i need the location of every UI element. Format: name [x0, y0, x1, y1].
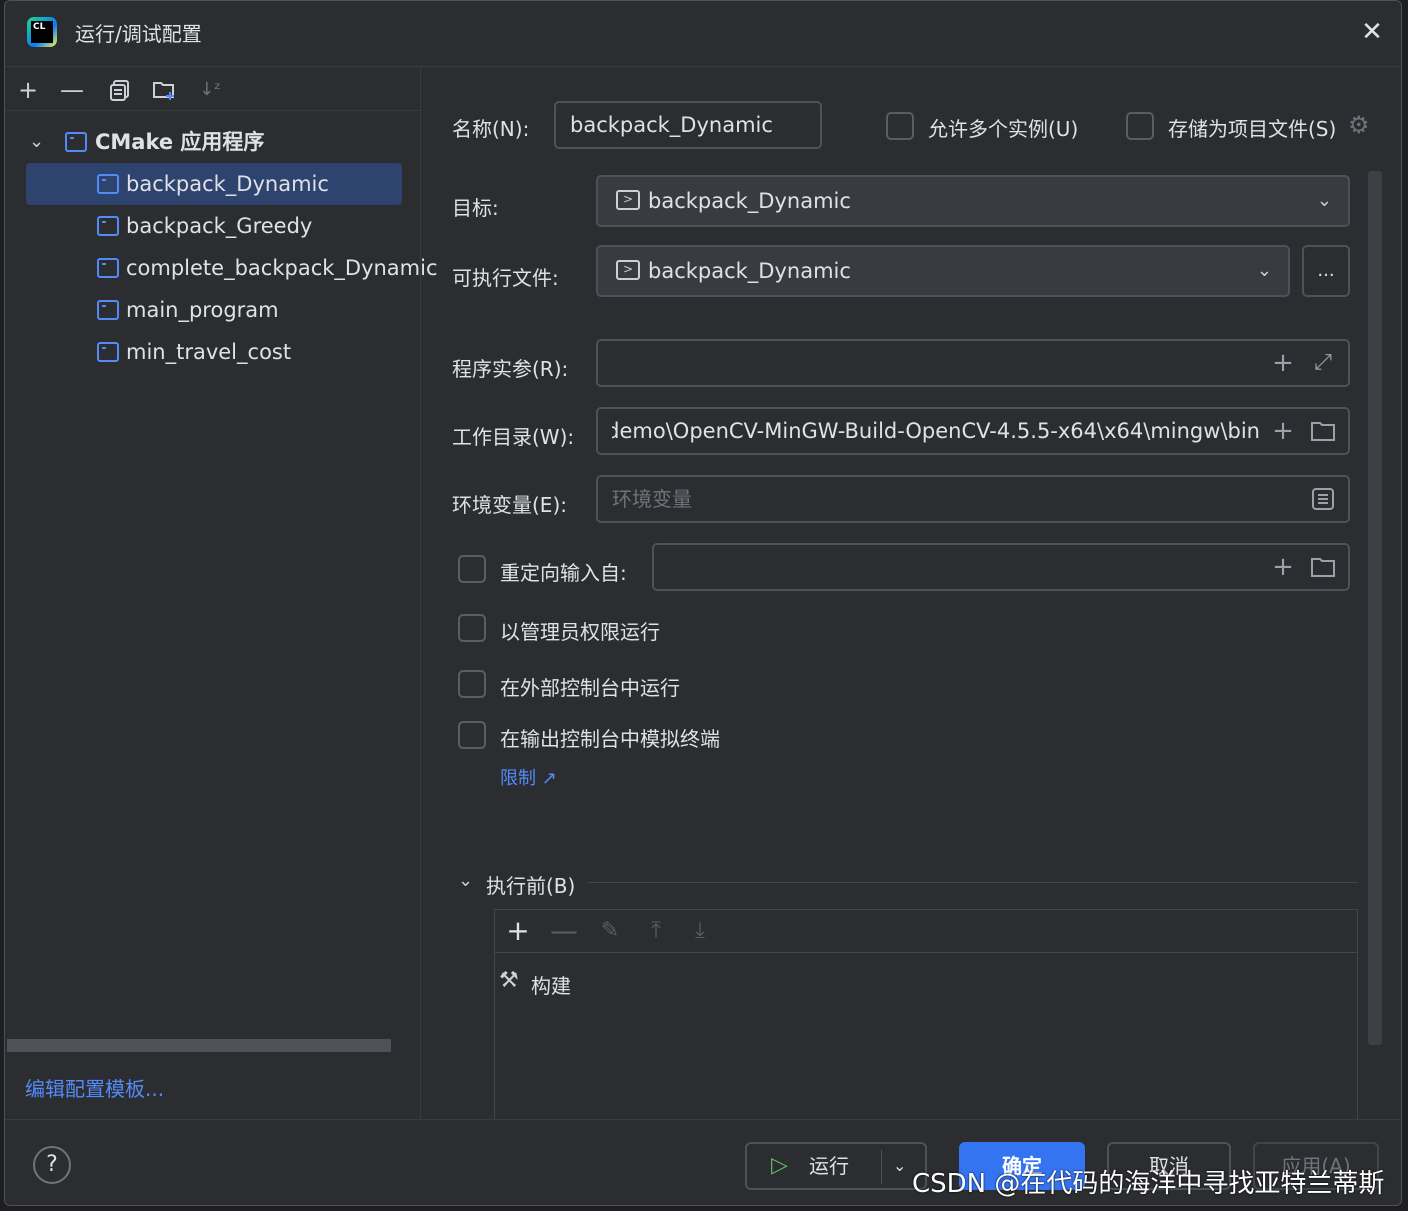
cmake-app-icon: [97, 342, 119, 362]
copy-icon[interactable]: [105, 75, 135, 105]
redirect-input-field[interactable]: +: [652, 543, 1350, 591]
expand-icon[interactable]: ⤢: [1308, 341, 1338, 385]
program-args-label: 程序实参(R):: [452, 357, 569, 381]
executable-icon: >: [616, 190, 640, 210]
target-label: 目标:: [452, 196, 499, 220]
cmake-app-icon: [97, 300, 119, 320]
redirect-input-label: 重定向输入自:: [500, 561, 627, 585]
before-launch-task[interactable]: 构建: [531, 970, 571, 999]
tree-item-complete-backpack-dynamic[interactable]: complete_backpack_Dynamic: [5, 247, 438, 289]
env-label: 环境变量(E):: [452, 493, 567, 517]
tree-item-backpack-dynamic[interactable]: backpack_Dynamic: [26, 163, 402, 205]
env-field[interactable]: 环境变量: [596, 475, 1350, 523]
cmake-app-icon: [65, 132, 87, 152]
name-field[interactable]: backpack_Dynamic: [554, 101, 822, 149]
add-macro-icon[interactable]: +: [1268, 545, 1298, 589]
chevron-down-icon[interactable]: ⌄: [1257, 247, 1272, 295]
run-icon: ▷: [771, 1153, 788, 1178]
workdir-field[interactable]: demo\OpenCV-MinGW-Build-OpenCV-4.5.5-x64…: [596, 407, 1350, 455]
cmake-app-icon: [97, 174, 119, 194]
allow-multiple-checkbox[interactable]: [886, 112, 914, 140]
edit-templates-link[interactable]: 编辑配置模板...: [25, 1073, 164, 1102]
folder-icon[interactable]: [1308, 545, 1338, 592]
chevron-down-icon[interactable]: ⌄: [458, 870, 473, 891]
add-macro-icon[interactable]: +: [1268, 341, 1298, 385]
external-console-checkbox[interactable]: [458, 670, 486, 698]
form-vertical-scrollbar[interactable]: [1368, 171, 1382, 1045]
hammer-icon: ⚒: [499, 968, 519, 993]
remove-icon[interactable]: —: [549, 916, 579, 946]
folder-icon[interactable]: [1308, 409, 1338, 456]
window-title: 运行/调试配置: [75, 22, 202, 46]
redirect-input-checkbox[interactable]: [458, 555, 486, 583]
allow-multiple-label: 允许多个实例(U): [928, 117, 1079, 141]
section-divider: [588, 882, 1358, 883]
limit-link[interactable]: 限制 ↗: [500, 764, 557, 790]
help-button[interactable]: ?: [33, 1146, 71, 1184]
run-as-admin-label: 以管理员权限运行: [500, 620, 660, 644]
edit-icon[interactable]: ✎: [595, 916, 625, 946]
tree-item-backpack-greedy[interactable]: backpack_Greedy: [5, 205, 420, 247]
browse-executable-button[interactable]: ...: [1302, 245, 1350, 297]
config-form-pane: 名称(N): backpack_Dynamic 允许多个实例(U) 存储为项目文…: [422, 67, 1401, 1129]
sort-icon[interactable]: ↓ᶻ: [195, 75, 225, 105]
config-tree-pane: + — ↓ᶻ ⌄ CMake 应用程序 backpack_Dynamic bac…: [5, 67, 438, 1119]
run-as-admin-checkbox[interactable]: [458, 614, 486, 642]
cmake-app-icon: [97, 258, 119, 278]
run-debug-config-dialog: CL 运行/调试配置 ✕ + — ↓ᶻ ⌄ CMake 应用程序 backpac…: [4, 0, 1402, 1206]
add-macro-icon[interactable]: +: [1268, 409, 1298, 453]
workdir-label: 工作目录(W):: [452, 425, 575, 449]
tree-group-cmake[interactable]: ⌄ CMake 应用程序: [5, 121, 420, 163]
before-launch-toolbar: + — ✎ ⤒ ⤓: [495, 910, 1357, 953]
executable-label: 可执行文件:: [452, 266, 559, 290]
executable-combo[interactable]: > backpack_Dynamic ⌄: [596, 245, 1290, 297]
gear-icon[interactable]: ⚙: [1348, 111, 1370, 139]
external-console-label: 在外部控制台中运行: [500, 676, 680, 700]
add-icon[interactable]: +: [503, 916, 533, 946]
remove-icon[interactable]: —: [57, 75, 87, 105]
cmake-app-icon: [97, 216, 119, 236]
close-icon[interactable]: ✕: [1357, 17, 1387, 47]
csdn-watermark: CSDN @在代码的海洋中寻找亚特兰蒂斯: [912, 1169, 1385, 1199]
chevron-down-icon[interactable]: ⌄: [893, 1144, 906, 1188]
tree-toolbar: + — ↓ᶻ: [5, 67, 420, 111]
tree-item-main-program[interactable]: main_program: [5, 289, 420, 331]
new-folder-icon[interactable]: [149, 75, 179, 105]
before-launch-list: + — ✎ ⤒ ⤓ ⚒ 构建: [494, 909, 1358, 1129]
emulate-terminal-checkbox[interactable]: [458, 721, 486, 749]
store-as-file-checkbox[interactable]: [1126, 112, 1154, 140]
emulate-terminal-label: 在输出控制台中模拟终端: [500, 727, 720, 751]
tree-horizontal-scrollbar[interactable]: [7, 1039, 391, 1052]
before-launch-header[interactable]: 执行前(B): [486, 870, 575, 899]
move-up-icon[interactable]: ⤒: [641, 916, 671, 946]
executable-icon: >: [616, 260, 640, 280]
run-split-divider: [881, 1150, 882, 1184]
list-edit-icon[interactable]: [1308, 477, 1338, 524]
config-tree: ⌄ CMake 应用程序 backpack_Dynamic backpack_G…: [5, 121, 438, 373]
store-as-file-label: 存储为项目文件(S): [1168, 117, 1337, 141]
title-bar: CL 运行/调试配置 ✕: [5, 1, 1401, 67]
run-button[interactable]: ▷ 运行 ⌄: [745, 1142, 927, 1190]
name-label: 名称(N):: [452, 117, 530, 141]
move-down-icon[interactable]: ⤓: [685, 916, 715, 946]
target-combo[interactable]: > backpack_Dynamic ⌄: [596, 175, 1350, 227]
tree-item-min-travel-cost[interactable]: min_travel_cost: [5, 331, 420, 373]
program-args-field[interactable]: + ⤢: [596, 339, 1350, 387]
chevron-down-icon[interactable]: ⌄: [29, 121, 44, 163]
add-icon[interactable]: +: [13, 75, 43, 105]
clion-logo-icon: CL: [27, 17, 57, 47]
chevron-down-icon[interactable]: ⌄: [1317, 177, 1332, 225]
